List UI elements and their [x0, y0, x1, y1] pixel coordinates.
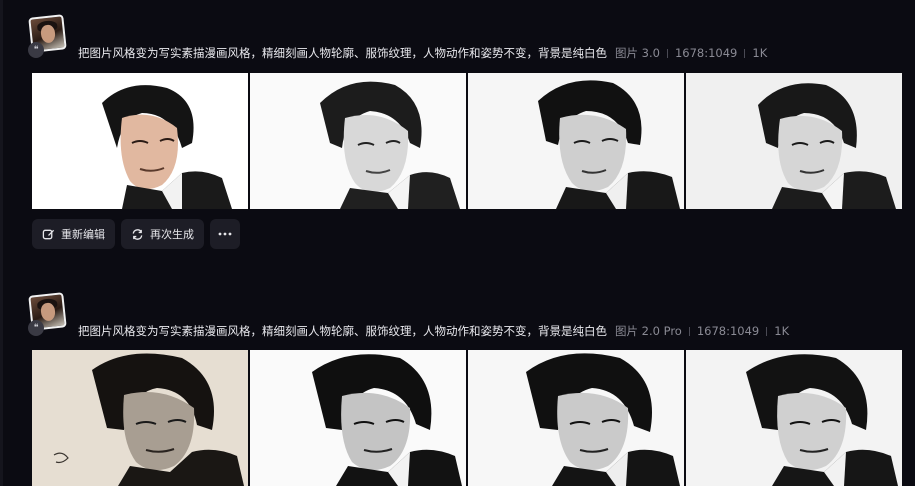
result-image-4[interactable]: [686, 73, 902, 209]
result-image-1[interactable]: [32, 350, 248, 486]
result-image-3[interactable]: [468, 73, 684, 209]
portrait-image: [686, 73, 902, 209]
portrait-image: [468, 350, 684, 486]
meta-divider: [688, 326, 690, 336]
result-image-3[interactable]: [468, 350, 684, 486]
meta-divider: [766, 326, 768, 336]
model-label: 图片 3.0: [615, 46, 660, 60]
result-image-2[interactable]: [250, 73, 466, 209]
quote-icon: ❝: [28, 42, 44, 58]
prompt-line: 把图片风格变为写实素描漫画风格，精细刻画人物轮廓、服饰纹理，人物动作和姿势不变，…: [78, 323, 789, 339]
portrait-image: [250, 350, 466, 486]
regenerate-label: 再次生成: [150, 228, 194, 241]
resolution-label: 1K: [752, 46, 768, 60]
result-image-4[interactable]: [686, 350, 902, 486]
portrait-image: [250, 73, 466, 209]
prompt-row: ❝ 把图片风格变为写实素描漫画风格，精细刻画人物轮廓、服饰纹理，人物动作和姿势不…: [28, 14, 900, 61]
action-bar: 重新编辑 再次生成: [32, 219, 240, 249]
portrait-image: [32, 73, 248, 209]
re-edit-label: 重新编辑: [61, 228, 105, 241]
resolution-label: 1K: [774, 324, 790, 338]
prompt-text[interactable]: 把图片风格变为写实素描漫画风格，精细刻画人物轮廓、服饰纹理，人物动作和姿势不变，…: [78, 323, 607, 339]
refresh-icon: [132, 228, 143, 240]
model-label: 图片 2.0 Pro: [615, 324, 682, 338]
prompt-line: 把图片风格变为写实素描漫画风格，精细刻画人物轮廓、服饰纹理，人物动作和姿势不变，…: [78, 45, 767, 61]
prompt-text[interactable]: 把图片风格变为写实素描漫画风格，精细刻画人物轮廓、服饰纹理，人物动作和姿势不变，…: [78, 45, 607, 61]
regenerate-button[interactable]: 再次生成: [121, 219, 204, 249]
portrait-image: [32, 350, 248, 486]
meta-divider: [744, 48, 746, 58]
quote-icon: ❝: [28, 320, 44, 336]
aspect-ratio-label: 1678:1049: [696, 324, 760, 338]
aspect-ratio-label: 1678:1049: [674, 46, 738, 60]
left-rail: [0, 0, 3, 486]
result-image-2[interactable]: [250, 350, 466, 486]
re-edit-button[interactable]: 重新编辑: [32, 219, 115, 249]
meta-divider: [666, 48, 668, 58]
result-images: [32, 350, 902, 486]
edit-icon: [42, 229, 55, 239]
portrait-image: [468, 73, 684, 209]
portrait-image: [686, 350, 902, 486]
result-image-1[interactable]: [32, 73, 248, 209]
more-icon: [218, 232, 232, 236]
more-options-button[interactable]: [210, 219, 240, 249]
thumbnail-face: [40, 24, 56, 44]
thumbnail-face: [40, 302, 56, 322]
result-images: [32, 73, 902, 209]
prompt-row: ❝ 把图片风格变为写实素描漫画风格，精细刻画人物轮廓、服饰纹理，人物动作和姿势不…: [28, 292, 900, 339]
